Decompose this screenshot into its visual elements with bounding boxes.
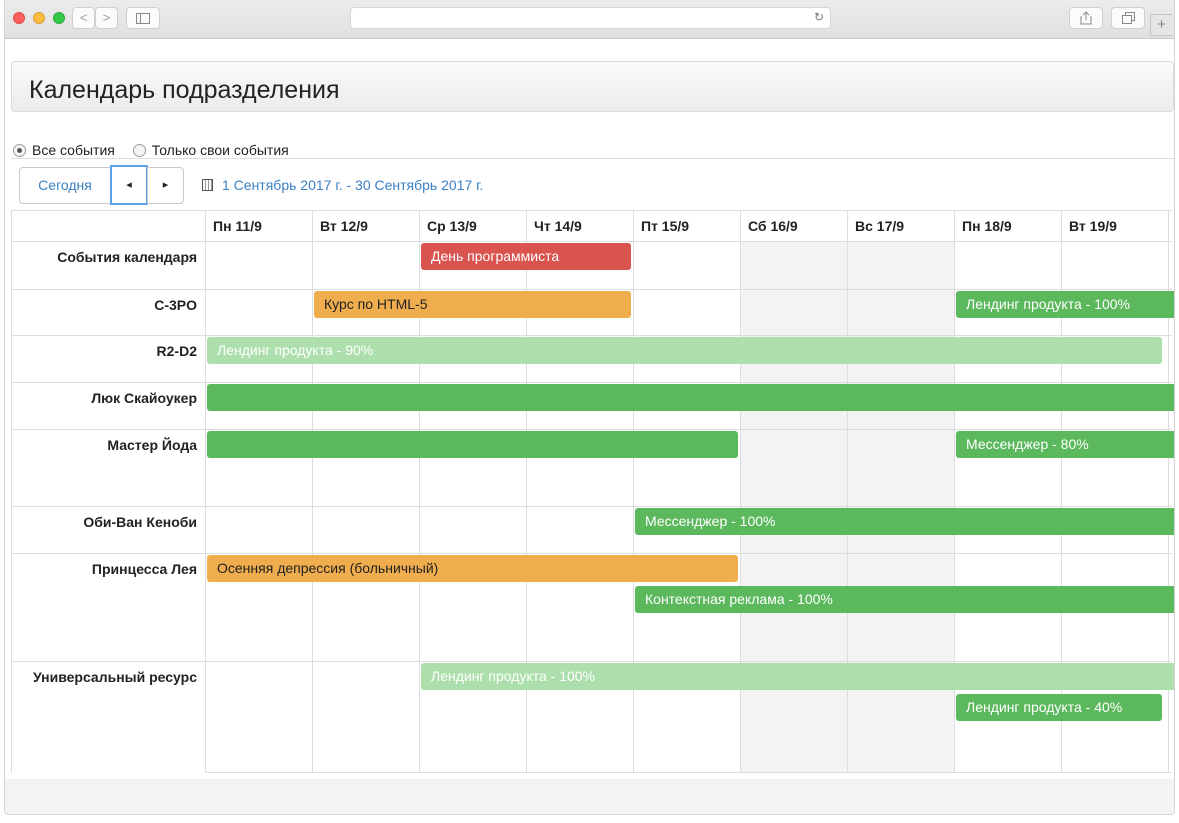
- new-tab-button[interactable]: +: [1150, 14, 1172, 36]
- grid-row-line: [12, 335, 1172, 336]
- next-icon: ▸: [162, 179, 169, 191]
- filter-own-events-label: Только свои события: [151, 142, 289, 158]
- day-header[interactable]: Пт 15/9: [633, 211, 740, 241]
- forward-button[interactable]: >: [95, 7, 118, 29]
- back-icon: <: [79, 10, 88, 25]
- weekend-column: [740, 241, 847, 773]
- calendar-event[interactable]: Контекстная реклама - 100%: [635, 586, 1174, 613]
- close-window-button[interactable]: [13, 12, 25, 24]
- sidebar-toggle-button[interactable]: [126, 7, 160, 29]
- minimize-window-button[interactable]: [33, 12, 45, 24]
- calendar-event[interactable]: Лендинг продукта - 100%: [421, 663, 1174, 690]
- page-title: Календарь подразделения: [29, 76, 340, 104]
- calendar-event[interactable]: День программиста: [421, 243, 631, 270]
- radio-all-events[interactable]: [13, 143, 26, 157]
- day-header[interactable]: Чт 14/9: [526, 211, 633, 241]
- calendar-event[interactable]: Лендинг продукта - 90%: [207, 337, 1162, 364]
- grid-row-line: [12, 382, 1172, 383]
- resource-label: R2-D2: [156, 343, 197, 359]
- tabs-icon: [1121, 12, 1135, 24]
- day-header[interactable]: Вс 17/9: [847, 211, 954, 241]
- prev-icon: ◂: [126, 179, 132, 191]
- grid-row-line: [12, 289, 1172, 290]
- address-bar[interactable]: ↻: [350, 7, 831, 29]
- tabs-overview-button[interactable]: [1111, 7, 1145, 29]
- page-header: Календарь подразделения: [11, 61, 1174, 112]
- calendar-event[interactable]: [207, 431, 738, 458]
- day-header[interactable]: Вт 12/9: [312, 211, 419, 241]
- resource-label: События календаря: [57, 249, 197, 265]
- resource-label: Мастер Йода: [107, 437, 197, 453]
- page-footer: [5, 779, 1174, 814]
- plus-icon: +: [1157, 16, 1166, 33]
- back-button[interactable]: <: [72, 7, 95, 29]
- date-range-label: 1 Сентябрь 2017 г. - 30 Сентябрь 2017 г.: [222, 177, 484, 193]
- day-header[interactable]: Пн 18/9: [954, 211, 1061, 241]
- divider: [11, 158, 1174, 159]
- zoom-window-button[interactable]: [53, 12, 65, 24]
- prev-period-button[interactable]: ◂: [110, 165, 148, 205]
- grid-row-line: [12, 553, 1172, 554]
- resource-label: C-3PO: [154, 297, 197, 313]
- day-header[interactable]: Вт 19/9: [1061, 211, 1168, 241]
- filter-all-events-label: Все события: [32, 142, 115, 158]
- today-button[interactable]: Сегодня: [19, 167, 111, 204]
- calendar-event[interactable]: [207, 384, 1174, 411]
- calendar-event[interactable]: Лендинг продукта - 40%: [956, 694, 1162, 721]
- resource-label: Оби-Ван Кеноби: [83, 514, 197, 530]
- resource-label: Принцесса Лея: [91, 561, 197, 577]
- reload-icon[interactable]: ↻: [814, 10, 824, 24]
- calendar-event[interactable]: Мессенджер - 100%: [635, 508, 1174, 535]
- weekend-column: [847, 241, 954, 773]
- grid-row-line: [12, 241, 1172, 242]
- calendar-icon: [202, 179, 213, 191]
- grid-column-line: [312, 211, 313, 773]
- calendar-event[interactable]: Курс по HTML-5: [314, 291, 631, 318]
- event-filter: Все события Только свои события: [13, 142, 303, 160]
- browser-window: < > ↻ + Календарь подразделения Все собы…: [4, 0, 1175, 815]
- forward-icon: >: [102, 10, 111, 25]
- radio-own-events[interactable]: [132, 143, 146, 157]
- date-range[interactable]: 1 Сентябрь 2017 г. - 30 Сентябрь 2017 г.: [202, 177, 483, 193]
- calendar-event[interactable]: Осенняя депрессия (больничный): [207, 555, 738, 582]
- share-button[interactable]: [1069, 7, 1103, 29]
- share-icon: [1080, 11, 1092, 25]
- day-header[interactable]: Сб 16/9: [740, 211, 847, 241]
- filter-all-events[interactable]: Все события: [13, 142, 115, 158]
- day-header[interactable]: Пн 11/9: [205, 211, 312, 241]
- resource-calendar: Пн 11/9 Вт 12/9 Ср 13/9 Чт 14/9 Пт 15/9 Сб 16…: [11, 210, 1174, 773]
- calendar-event[interactable]: Мессенджер - 80%: [956, 431, 1174, 458]
- grid-row-line: [12, 506, 1172, 507]
- browser-toolbar: < > ↻: [5, 0, 1174, 39]
- grid-row-line: [12, 661, 1172, 662]
- resource-label: Универсальный ресурс: [32, 669, 197, 685]
- calendar-event[interactable]: Лендинг продукта - 100%: [956, 291, 1174, 318]
- filter-own-events[interactable]: Только свои события: [132, 142, 289, 158]
- sidebar-icon: [136, 13, 150, 24]
- next-period-button[interactable]: ▸: [147, 167, 184, 204]
- grid-row-line: [12, 429, 1172, 430]
- resource-label: Люк Скайоукер: [91, 390, 197, 406]
- grid-row-line: [205, 772, 1172, 773]
- grid-column-line: [205, 211, 206, 773]
- day-header[interactable]: Ср 13/9: [419, 211, 526, 241]
